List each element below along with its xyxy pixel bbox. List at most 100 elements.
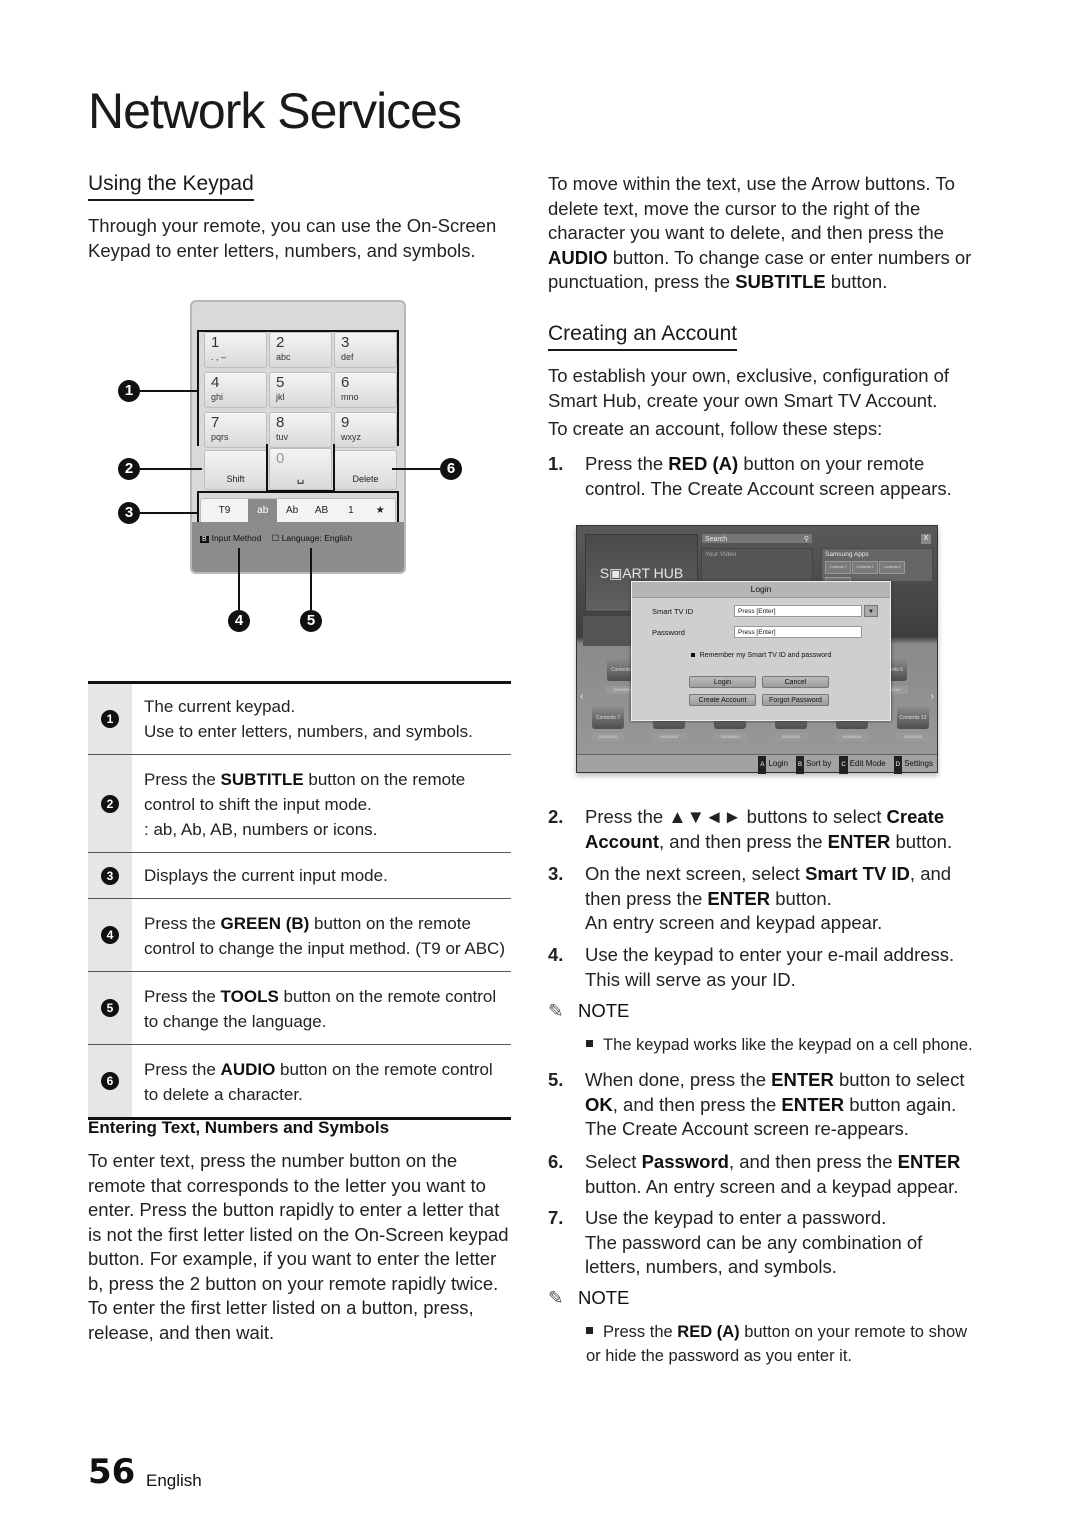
content-caption: xxxxxxxx [591, 733, 625, 741]
hub-action-settings[interactable]: Settings [904, 759, 933, 768]
callout-2: 2 [101, 794, 119, 813]
callout-line-2 [140, 468, 202, 470]
hub-action-login[interactable]: Login [768, 759, 788, 768]
forgot-password-button[interactable]: Forgot Password [762, 694, 829, 706]
login-button[interactable]: Login [689, 676, 756, 688]
note-label: NOTE [578, 1287, 630, 1308]
step-number: 6. [548, 1151, 564, 1172]
password-input[interactable]: Press [Enter] [734, 626, 862, 638]
row-description: The current keypad. Use to enter letters,… [132, 684, 511, 754]
callout-table-row: 4 Press the GREEN (B) button on the remot… [88, 899, 511, 972]
description-line: The current keypad. [144, 697, 296, 716]
callout-4: 4 [228, 610, 250, 632]
flower-thumbnail [583, 616, 631, 646]
page-title: Network Services [88, 83, 462, 139]
login-dialog: Login Smart TV ID Press [Enter] ▼ Passwo… [631, 581, 891, 721]
step-number: 1. [548, 453, 564, 474]
your-video-panel: Your Video [701, 548, 813, 582]
left-arrow-icon[interactable]: ‹ [580, 691, 583, 702]
content-caption: xxxxxxxx [713, 733, 747, 741]
hub-search-field[interactable]: Search ⚲ [701, 533, 813, 544]
smart-hub-screenshot: S▣ART HUB Search ⚲ X Your Video Samsung A… [576, 525, 938, 774]
callout-line-5 [310, 548, 312, 610]
follow-paragraph: To create an account, follow these steps… [548, 418, 883, 439]
right-arrow-icon[interactable]: › [931, 691, 934, 702]
callout-table: 1 The current keypad. Use to enter letters… [88, 681, 511, 1120]
remember-checkbox[interactable]: Remember my Smart TV ID and password [632, 652, 890, 659]
step-text: Select Password, and then press the ENTE… [585, 1151, 961, 1197]
input-mode-symbols[interactable]: ★ [366, 499, 395, 523]
app-tile[interactable]: Contents 1 [825, 561, 851, 574]
note-item-2: Press the RED (A) button on your remote … [586, 1323, 968, 1365]
callout-table-row: 5 Press the TOOLS button on the remote co… [88, 972, 511, 1045]
login-title: Login [632, 582, 890, 598]
row-number-cell: 6 [88, 1045, 132, 1117]
description-line: : ab, Ab, AB, numbers or icons. [144, 820, 378, 839]
input-mode-ab[interactable]: Ab [277, 499, 306, 523]
step-1: 1. Press the RED (A) button on your remot… [548, 452, 978, 501]
callout-6: 6 [440, 458, 462, 480]
entering-text-paragraph: To enter text, press the number button o… [88, 1150, 509, 1343]
close-icon[interactable]: X [921, 534, 931, 544]
password-label: Password [652, 628, 685, 637]
pencil-icon: ✎ [548, 1287, 564, 1308]
row-description: Displays the current input mode. [132, 853, 511, 898]
content-caption: xxxxxxxx [835, 733, 869, 741]
callout-3: 3 [101, 866, 119, 885]
keypad-highlight-zero [266, 444, 335, 492]
hub-action-sort-by[interactable]: Sort by [806, 759, 831, 768]
input-mode-1[interactable]: 1 [336, 499, 365, 523]
step-number: 4. [548, 944, 564, 965]
content-tile[interactable]: Contents 7 [592, 707, 624, 729]
samsung-apps-panel: Samsung Apps Contents 1 Contents 2 Content… [821, 548, 933, 590]
step-2: 2. Press the ▲▼◄► buttons to select Creat… [548, 805, 978, 854]
content-tile[interactable]: Contents 12 [897, 707, 929, 729]
step-7: 7. Use the keypad to enter a password. The… [548, 1206, 978, 1280]
hub-action-edit-mode[interactable]: Edit Mode [850, 759, 886, 768]
row-description: Press the GREEN (B) button on the remote… [132, 899, 511, 971]
step-6: 6. Select Password, and then press the EN… [548, 1150, 978, 1199]
content-caption: xxxxxxxx [896, 733, 930, 741]
callout-line-4 [238, 548, 240, 610]
step-text: When done, press the ENTER button to sel… [585, 1069, 965, 1139]
step-3: 3. On the next screen, select Smart TV ID… [548, 862, 978, 936]
app-tile[interactable]: Contents 2 [852, 561, 878, 574]
step-text: Use the keypad to enter your e-mail addr… [585, 944, 955, 990]
row-number-cell: 3 [88, 853, 132, 898]
keypad-illustration: 1. , –2 abc 3 def 4 ghi 5 jkl 6 mno 7 pqrs 8 tuv 9 wxyz… [190, 300, 406, 574]
color-key-c: C [839, 756, 848, 774]
color-key-b: B [796, 756, 805, 774]
shift-key[interactable]: Shift [204, 450, 267, 490]
note-label: NOTE [578, 1000, 630, 1021]
input-mode-ab[interactable]: ab [248, 499, 278, 523]
search-icon: ⚲ [803, 536, 809, 543]
callout-table-row: 1 The current keypad. Use to enter letters… [88, 684, 511, 755]
description-line: Press the SUBTITLE button on the remote … [144, 770, 466, 814]
input-mode-ab[interactable]: AB [307, 499, 336, 523]
color-key-d: D [893, 756, 903, 774]
cancel-button[interactable]: Cancel [762, 676, 829, 688]
description-line: Use to enter letters, numbers, and symbo… [144, 722, 473, 741]
row-number-cell: 1 [88, 684, 132, 754]
step-number: 7. [548, 1207, 564, 1228]
description-line: Press the GREEN (B) button on the remote… [144, 914, 505, 958]
description-line: Press the AUDIO button on the remote con… [144, 1060, 493, 1104]
smart-tv-id-input[interactable]: Press [Enter] [734, 605, 862, 617]
pencil-icon: ✎ [548, 1000, 564, 1021]
delete-key[interactable]: Delete [334, 450, 397, 490]
step-5: 5. When done, press the ENTER button to s… [548, 1068, 978, 1142]
callout-line-3 [140, 512, 197, 514]
app-tile[interactable]: Contents 3 [879, 561, 905, 574]
subheading-entering-text: Entering Text, Numbers and Symbols [88, 1118, 390, 1137]
keypad-highlight [197, 330, 399, 446]
step-text: On the next screen, select Smart TV ID, … [585, 863, 952, 933]
row-number-cell: 5 [88, 972, 132, 1044]
callout-line-1 [140, 390, 197, 392]
step-text: Press the ▲▼◄► buttons to select Create … [585, 806, 953, 852]
bullet-icon [586, 1040, 593, 1048]
dropdown-arrow-icon[interactable]: ▼ [864, 605, 878, 617]
description-line: Press the TOOLS button on the remote con… [144, 987, 497, 1031]
page-language: English [146, 1471, 202, 1490]
create-account-button[interactable]: Create Account [689, 694, 756, 706]
input-mode-t9[interactable]: T9 [201, 499, 248, 523]
